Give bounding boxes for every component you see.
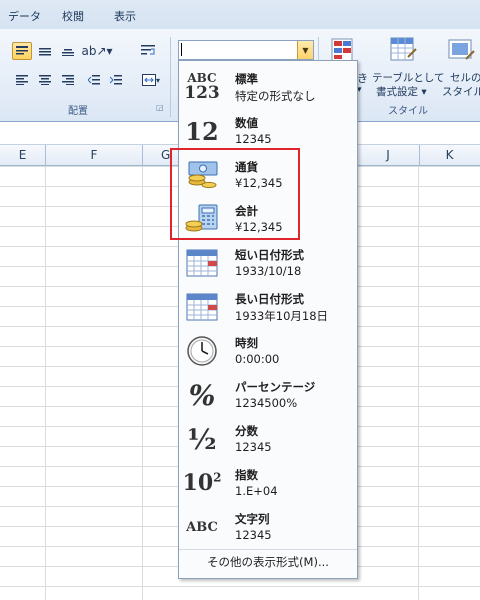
cell-styles-icon bbox=[448, 39, 475, 60]
format-item-general[interactable]: ABC 123 標準 特定の形式なし bbox=[179, 65, 357, 109]
text-icon: ABC bbox=[186, 519, 218, 535]
align-middle-button[interactable] bbox=[35, 42, 55, 60]
format-example: 1234500% bbox=[235, 396, 298, 410]
tab-data[interactable]: データ bbox=[8, 8, 41, 24]
format-item-percentage[interactable]: % パーセンテージ 1234500% bbox=[179, 373, 357, 417]
cell-styles-label: セルの bbox=[450, 72, 480, 84]
format-as-table-label: テーブルとして bbox=[372, 72, 445, 84]
highlight-box bbox=[170, 148, 300, 240]
number-icon: 12 bbox=[185, 116, 219, 146]
decrease-indent-icon bbox=[88, 75, 100, 85]
tab-view[interactable]: 表示 bbox=[114, 8, 136, 24]
increase-indent-icon bbox=[110, 75, 122, 85]
format-example: 特定の形式なし bbox=[235, 89, 316, 103]
format-item-long-date[interactable]: 長い日付形式 1933年10月18日 bbox=[179, 285, 357, 329]
column-header-k[interactable]: K bbox=[419, 145, 480, 165]
calendar-icon bbox=[185, 247, 219, 279]
orientation-button[interactable]: ab↗▾ bbox=[81, 42, 113, 60]
abc123-icon: ABC 123 bbox=[184, 71, 220, 103]
align-middle-icon bbox=[39, 48, 51, 56]
column-header-j[interactable]: J bbox=[356, 145, 420, 165]
conditional-format-label: き bbox=[357, 72, 368, 85]
number-format-combo[interactable]: ▼ bbox=[178, 40, 314, 60]
format-item-short-date[interactable]: 短い日付形式 1933/10/18 bbox=[179, 241, 357, 285]
align-center-button[interactable] bbox=[35, 71, 55, 89]
format-item-scientific[interactable]: 102 指数 1.E+04 bbox=[179, 461, 357, 505]
align-top-button[interactable] bbox=[12, 42, 32, 60]
align-center-icon bbox=[39, 75, 51, 85]
wrap-text-icon bbox=[141, 45, 155, 55]
format-example: 12345 bbox=[235, 132, 272, 146]
grid-line bbox=[45, 166, 46, 600]
format-example: 1933/10/18 bbox=[235, 264, 302, 278]
align-top-icon bbox=[16, 46, 28, 55]
fraction-icon: ½ bbox=[187, 422, 217, 456]
tab-review[interactable]: 校閲 bbox=[62, 8, 84, 24]
group-separator bbox=[170, 37, 171, 117]
format-item-fraction[interactable]: ½ 分数 12345 bbox=[179, 417, 357, 461]
format-item-number[interactable]: 12 数値 12345 bbox=[179, 109, 357, 153]
format-name: 指数 bbox=[235, 468, 258, 482]
format-as-table-button[interactable] bbox=[388, 35, 418, 65]
format-example: 0:00:00 bbox=[235, 352, 280, 366]
decrease-indent-button[interactable] bbox=[84, 71, 104, 89]
chevron-down-icon: ▼ bbox=[302, 45, 309, 55]
increase-indent-button[interactable] bbox=[106, 71, 126, 89]
more-number-formats-link[interactable]: その他の表示形式(M)... bbox=[179, 549, 357, 574]
merge-cells-icon bbox=[141, 74, 156, 86]
format-example: 1933年10月18日 bbox=[235, 309, 329, 323]
column-header-e[interactable]: E bbox=[0, 145, 46, 165]
align-bottom-icon bbox=[62, 49, 74, 56]
format-example: 1.E+04 bbox=[235, 484, 278, 498]
format-name: 長い日付形式 bbox=[235, 292, 304, 306]
format-table-icon bbox=[390, 37, 417, 61]
format-as-table-label2: 書式設定 ▾ bbox=[376, 86, 427, 98]
format-item-time[interactable]: 時刻 0:00:00 bbox=[179, 329, 357, 373]
menu-bar: データ 校閲 表示 bbox=[0, 0, 480, 30]
text-caret bbox=[181, 43, 182, 56]
number-format-dropdown: ABC 123 標準 特定の形式なし 12 数値 12345 通貨 ¥12,345 bbox=[178, 60, 358, 579]
group-label-styles: スタイル bbox=[388, 106, 428, 117]
format-item-text[interactable]: ABC 文字列 12345 bbox=[179, 505, 357, 549]
orientation-icon: ab↗▾ bbox=[81, 44, 113, 58]
format-example: 12345 bbox=[235, 440, 272, 454]
group-label-alignment: 配置 bbox=[68, 106, 88, 117]
merge-center-button[interactable]: ▾ bbox=[138, 71, 164, 89]
format-name: 数値 bbox=[235, 116, 258, 130]
align-left-icon bbox=[16, 75, 28, 85]
format-name: 短い日付形式 bbox=[235, 248, 304, 262]
align-right-button[interactable] bbox=[58, 71, 78, 89]
column-header-f[interactable]: F bbox=[46, 145, 143, 165]
dialog-launcher-icon[interactable]: ◲ bbox=[156, 103, 164, 112]
number-format-dropdown-button[interactable]: ▼ bbox=[297, 41, 313, 59]
format-name: 分数 bbox=[235, 424, 258, 438]
format-name: 文字列 bbox=[235, 512, 270, 526]
clock-icon bbox=[185, 335, 219, 367]
align-right-icon bbox=[62, 75, 74, 85]
calendar-icon bbox=[185, 291, 219, 323]
percent-icon: % bbox=[188, 378, 216, 412]
format-name: 時刻 bbox=[235, 336, 258, 350]
grid-line bbox=[418, 166, 419, 600]
scientific-icon: 102 bbox=[182, 470, 222, 496]
wrap-text-button[interactable] bbox=[138, 42, 158, 60]
cell-styles-button[interactable] bbox=[446, 35, 476, 65]
align-left-button[interactable] bbox=[12, 71, 32, 89]
format-example: 12345 bbox=[235, 528, 272, 542]
merge-dropdown-icon: ▾ bbox=[155, 75, 160, 85]
format-name: 標準 bbox=[235, 72, 258, 86]
format-name: パーセンテージ bbox=[235, 380, 316, 394]
cell-styles-label2: スタイル ▾ bbox=[442, 86, 480, 98]
align-bottom-button[interactable] bbox=[58, 42, 78, 60]
grid-line bbox=[142, 166, 143, 600]
